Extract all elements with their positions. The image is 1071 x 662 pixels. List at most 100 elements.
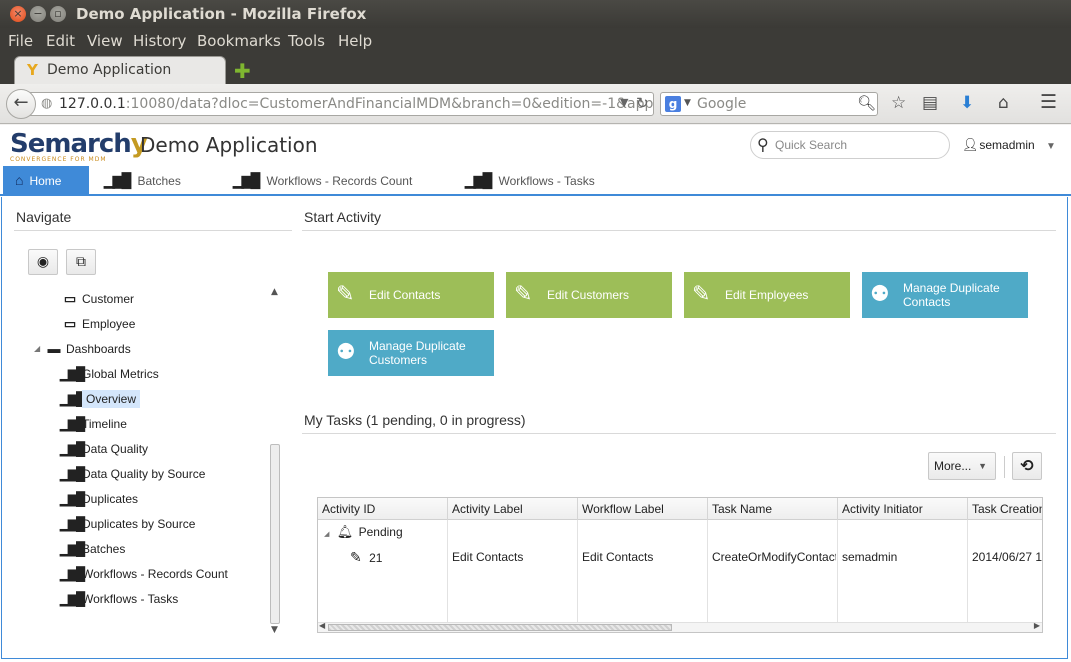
window-title: Demo Application - Mozilla Firefox xyxy=(76,5,367,23)
column-header-activity-label[interactable]: Activity Label xyxy=(448,498,578,520)
my-tasks-title: My Tasks (1 pending, 0 in progress) xyxy=(304,412,526,428)
manage-duplicate-contacts-button[interactable]: ⚉ Manage Duplicate Contacts xyxy=(862,272,1028,318)
edit-icon: ✎ xyxy=(350,549,362,565)
expand-triangle-icon[interactable]: ◢ xyxy=(324,531,329,538)
nav-item-customer[interactable]: ▭ Customer xyxy=(60,288,134,310)
menu-bookmarks[interactable]: Bookmarks xyxy=(197,32,281,50)
search-icon: ⚲ xyxy=(757,135,769,154)
eye-icon: ◉ xyxy=(36,254,50,270)
tab-home[interactable]: ⌂ Home xyxy=(3,166,89,194)
edit-contacts-button[interactable]: ✎ Edit Contacts xyxy=(328,272,494,318)
url-text[interactable]: 127.0.0.1:10080/data?dloc=CustomerAndFin… xyxy=(59,96,653,112)
url-dropdown-icon[interactable]: ▼ xyxy=(620,96,628,109)
task-initiator-cell[interactable]: semadmin xyxy=(842,548,966,566)
tab-workflows-records-count[interactable]: ▁▆█ Workflows - Records Count xyxy=(233,166,412,194)
menu-tools[interactable]: Tools xyxy=(288,32,325,50)
menu-history[interactable]: History xyxy=(133,32,186,50)
refresh-button[interactable]: ⟲ xyxy=(1012,452,1042,480)
browser-tab-demo-application[interactable]: Y Demo Application xyxy=(14,56,226,84)
nav-item-dashboards[interactable]: ▬ Dashboards xyxy=(44,338,131,360)
bar-chart-icon: ▁▆█ xyxy=(233,172,260,188)
nav-item-data-quality[interactable]: ▁▆█Data Quality xyxy=(60,438,148,460)
bookmark-star-icon[interactable]: ☆ xyxy=(891,93,906,113)
task-id-cell[interactable]: ✎ 21 xyxy=(350,548,445,566)
maximize-window-button[interactable]: ▫ xyxy=(50,6,66,22)
group-row-pending[interactable]: ◢ 🔔︎ Pending xyxy=(324,523,444,541)
hamburger-menu-icon[interactable]: ☰ xyxy=(1040,91,1057,113)
edit-customers-button[interactable]: ✎ Edit Customers xyxy=(506,272,672,318)
reload-icon[interactable]: ↻ xyxy=(636,94,649,112)
nav-item-data-quality-by-source[interactable]: ▁▆█Data Quality by Source xyxy=(60,463,205,485)
nav-item-global-metrics[interactable]: ▁▆█Global Metrics xyxy=(60,363,159,385)
semarchy-favicon-icon: Y xyxy=(27,61,38,79)
bookmarks-menu-icon[interactable]: ▤ xyxy=(922,93,938,113)
nav-item-workflows-records-count[interactable]: ▁▆█Workflows - Records Count xyxy=(60,563,228,585)
navigate-scrollbar[interactable] xyxy=(270,444,280,624)
bar-chart-icon: ▁▆█ xyxy=(60,516,85,531)
quick-search-box[interactable]: ⚲ xyxy=(750,131,950,159)
edit-icon: ✎ xyxy=(336,281,355,306)
more-button[interactable]: More... ▼ xyxy=(928,452,996,480)
menu-view[interactable]: View xyxy=(87,32,123,50)
quick-search-input[interactable] xyxy=(775,136,945,154)
menu-file[interactable]: File xyxy=(8,32,33,50)
task-name-cell[interactable]: CreateOrModifyContact xyxy=(712,548,836,566)
expand-triangle-icon[interactable]: ◢ xyxy=(34,344,40,353)
web-search-bar[interactable]: g ▼ Google 🔍︎ xyxy=(660,92,878,116)
column-header-task-creation[interactable]: Task Creation xyxy=(968,498,1042,520)
toolbar-separator xyxy=(1004,456,1005,478)
home-icon[interactable]: ⌂ xyxy=(998,93,1009,113)
close-window-button[interactable]: × xyxy=(10,6,26,22)
bar-chart-icon: ▁▆█ xyxy=(60,441,85,456)
web-page: Semarchy CONVERGENCE FOR MDM Demo Applic… xyxy=(0,125,1071,662)
tab-batches[interactable]: ▁▆█ Batches xyxy=(104,166,181,194)
url-bar[interactable]: ◍ 127.0.0.1:10080/data?dloc=CustomerAndF… xyxy=(30,92,654,116)
column-header-activity-initiator[interactable]: Activity Initiator xyxy=(838,498,968,520)
grid-column-divider xyxy=(447,520,448,624)
nav-item-duplicates[interactable]: ▁▆█Duplicates xyxy=(60,488,138,510)
tasks-grid: Activity ID Activity Label Workflow Labe… xyxy=(317,497,1043,633)
back-button[interactable]: ← xyxy=(6,89,36,119)
edit-icon: ✎ xyxy=(514,281,533,306)
grid-column-divider xyxy=(967,520,968,624)
grid-header: Activity ID Activity Label Workflow Labe… xyxy=(318,498,1042,520)
nav-item-timeline[interactable]: ▁▆█Timeline xyxy=(60,413,127,435)
grid-horizontal-scrollbar[interactable]: ◀ ▶ xyxy=(318,621,1042,632)
nav-item-employee[interactable]: ▭ Employee xyxy=(60,313,136,335)
form-icon: ▭ xyxy=(63,316,76,331)
scroll-left-icon[interactable]: ◀ xyxy=(319,621,325,630)
edit-employees-button[interactable]: ✎ Edit Employees xyxy=(684,272,850,318)
nav-item-workflows-tasks[interactable]: ▁▆█Workflows - Tasks xyxy=(60,588,178,610)
search-engine-dropdown-icon[interactable]: ▼ xyxy=(684,98,691,108)
user-menu[interactable]: 👤︎ semadmin ▼ xyxy=(962,137,1056,153)
bar-chart-icon: ▁▆█ xyxy=(60,391,85,406)
scrollbar-thumb[interactable] xyxy=(328,624,672,631)
column-header-task-name[interactable]: Task Name xyxy=(708,498,838,520)
nav-item-overview[interactable]: ▁▆█ Overview xyxy=(60,388,141,410)
task-activity-label-cell[interactable]: Edit Contacts xyxy=(452,548,576,566)
column-header-workflow-label[interactable]: Workflow Label xyxy=(578,498,708,520)
new-tab-icon[interactable]: ✚ xyxy=(234,59,251,83)
view-toggle-button[interactable]: ◉ xyxy=(28,249,58,275)
search-icon[interactable]: 🔍︎ xyxy=(857,94,876,112)
google-icon[interactable]: g xyxy=(665,96,681,112)
scroll-right-icon[interactable]: ▶ xyxy=(1034,621,1040,630)
menu-help[interactable]: Help xyxy=(338,32,372,50)
minimize-window-button[interactable]: − xyxy=(30,6,46,22)
menu-edit[interactable]: Edit xyxy=(46,32,75,50)
scroll-down-icon[interactable]: ▼ xyxy=(271,625,278,635)
nav-item-duplicates-by-source[interactable]: ▁▆█Duplicates by Source xyxy=(60,513,195,535)
users-icon: ⚉ xyxy=(870,281,890,306)
task-workflow-label-cell[interactable]: Edit Contacts xyxy=(582,548,706,566)
semarchy-logo[interactable]: Semarchy CONVERGENCE FOR MDM xyxy=(10,129,148,163)
downloads-icon[interactable]: ⬇ xyxy=(960,93,974,113)
manage-duplicate-customers-button[interactable]: ⚉ Manage Duplicate Customers xyxy=(328,330,494,376)
collapse-all-button[interactable]: ⧉ xyxy=(66,249,96,275)
task-creation-cell[interactable]: 2014/06/27 1 xyxy=(972,548,1042,566)
nav-item-batches[interactable]: ▁▆█Batches xyxy=(60,538,125,560)
column-header-activity-id[interactable]: Activity ID xyxy=(318,498,448,520)
tab-workflows-tasks[interactable]: ▁▆█ Workflows - Tasks xyxy=(465,166,595,194)
scroll-up-icon[interactable]: ▲ xyxy=(271,287,278,297)
chevron-down-icon: ▼ xyxy=(1046,141,1056,152)
folder-icon: ▬ xyxy=(47,341,61,356)
